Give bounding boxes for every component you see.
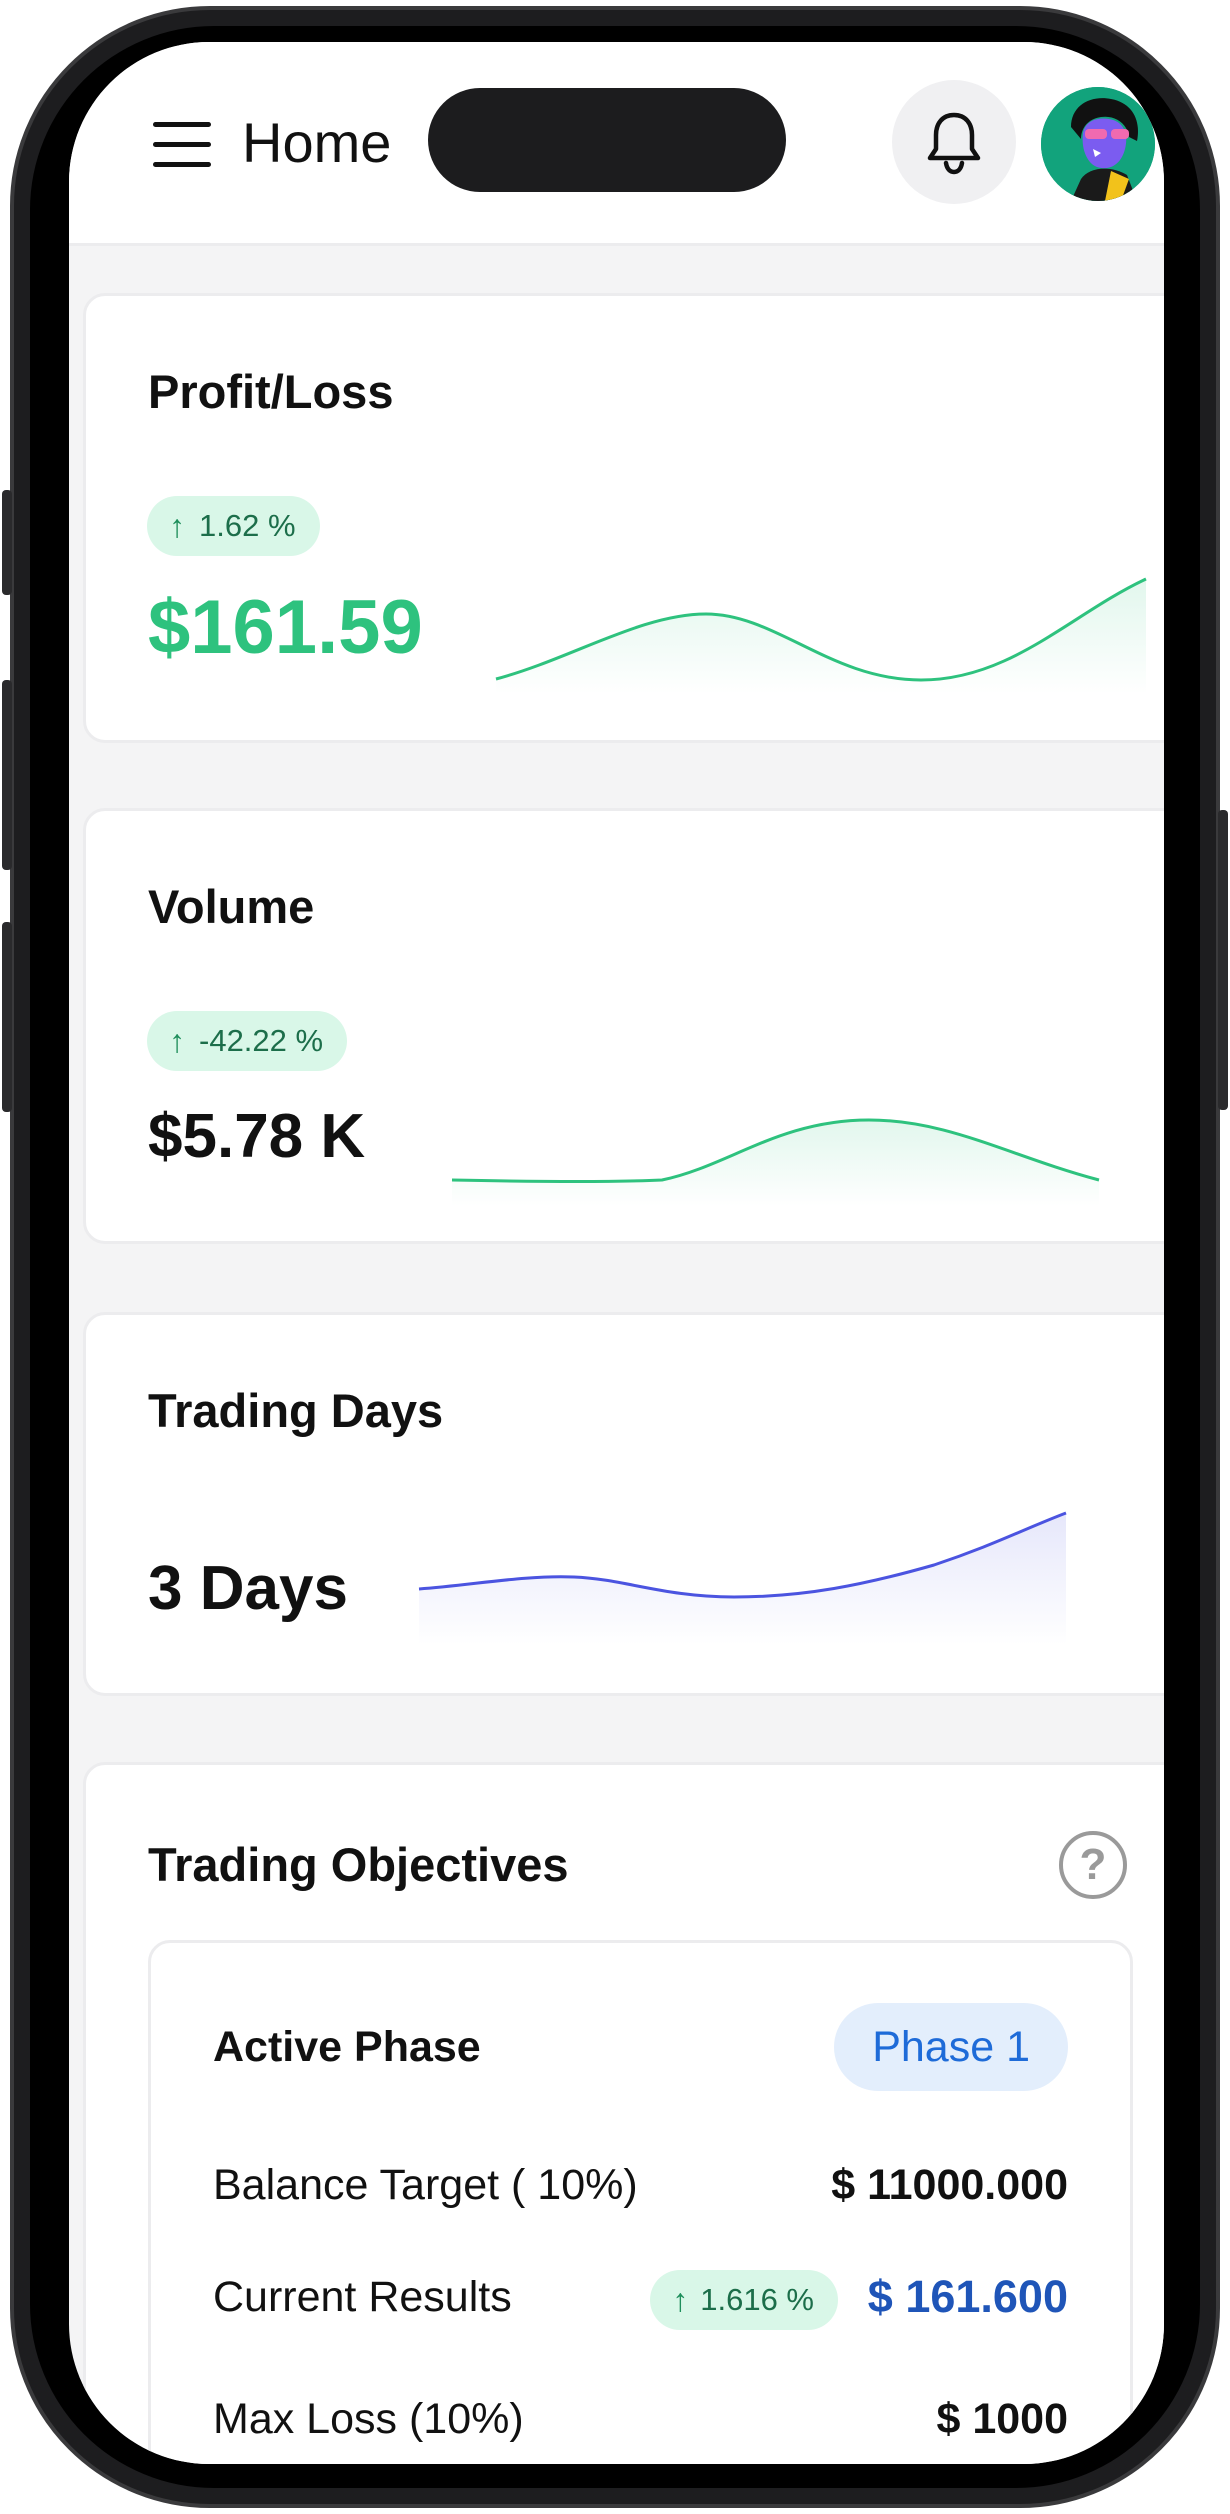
- change-badge: ↑ -42.22 %: [147, 1011, 348, 1071]
- volume-value: $5.78 K: [148, 1102, 366, 1171]
- arrow-up-icon: ↑: [169, 1022, 185, 1059]
- side-button-power: [1218, 810, 1228, 1110]
- hamburger-menu-icon[interactable]: [153, 120, 211, 168]
- arrow-up-icon: ↑: [672, 2281, 689, 2318]
- balance-target-label: Balance Target ( 10%): [213, 2161, 638, 2209]
- balance-target-value: $ 11000.000: [831, 2161, 1068, 2209]
- results-change-badge: ↑ 1.616 %: [650, 2270, 838, 2330]
- dynamic-island: [428, 88, 786, 192]
- volume-card[interactable]: Volume ↑ -42.22 % $5.78 K: [83, 808, 1164, 1244]
- arrow-up-icon: ↑: [169, 507, 185, 544]
- trading-days-card[interactable]: Trading Days 3 Days: [83, 1312, 1164, 1696]
- page-title: Home: [242, 111, 392, 174]
- card-title: Volume: [148, 880, 315, 933]
- app-header: Home: [69, 42, 1164, 246]
- change-value: -42.22 %: [199, 1023, 324, 1058]
- max-loss-value: $ 1000: [936, 2395, 1068, 2443]
- max-loss-label: Max Loss (10%): [213, 2395, 524, 2443]
- current-results-label: Current Results: [213, 2273, 512, 2321]
- avatar-illustration: [1041, 87, 1155, 201]
- notifications-button[interactable]: [892, 80, 1016, 204]
- side-button-action: [2, 490, 12, 595]
- phase-badge[interactable]: Phase 1: [834, 2003, 1068, 2091]
- profit-loss-value: $161.59: [148, 585, 423, 670]
- objectives-details: Active Phase Phase 1 Balance Target ( 10…: [148, 1940, 1133, 2464]
- change-badge: ↑ 1.62 %: [147, 496, 320, 556]
- trading-objectives-card: Trading Objectives ? Active Phase Phase …: [83, 1762, 1164, 2464]
- card-title: Trading Days: [148, 1384, 444, 1437]
- change-value: 1.62 %: [199, 508, 296, 543]
- app-screen: Home Profit/Loss ↑ 1.62 % $161.59 Volume…: [69, 42, 1164, 2464]
- profit-loss-sparkline: [495, 577, 1147, 694]
- volume-sparkline: [451, 1118, 1100, 1206]
- bell-icon: [927, 112, 981, 175]
- current-results-value: $ 161.600: [867, 2271, 1068, 2322]
- objectives-title: Trading Objectives: [148, 1838, 569, 1891]
- side-button-volume-down: [2, 922, 12, 1112]
- trading-days-value: 3 Days: [148, 1554, 348, 1623]
- card-title: Profit/Loss: [148, 365, 394, 418]
- question-mark-icon[interactable]: ?: [1059, 1831, 1127, 1899]
- active-phase-label: Active Phase: [213, 2023, 481, 2071]
- user-avatar[interactable]: [1041, 87, 1155, 201]
- side-button-volume-up: [2, 680, 12, 870]
- results-change-value: 1.616 %: [700, 2282, 814, 2317]
- profit-loss-card[interactable]: Profit/Loss ↑ 1.62 % $161.59: [83, 293, 1164, 743]
- trading-days-sparkline: [418, 1511, 1067, 1645]
